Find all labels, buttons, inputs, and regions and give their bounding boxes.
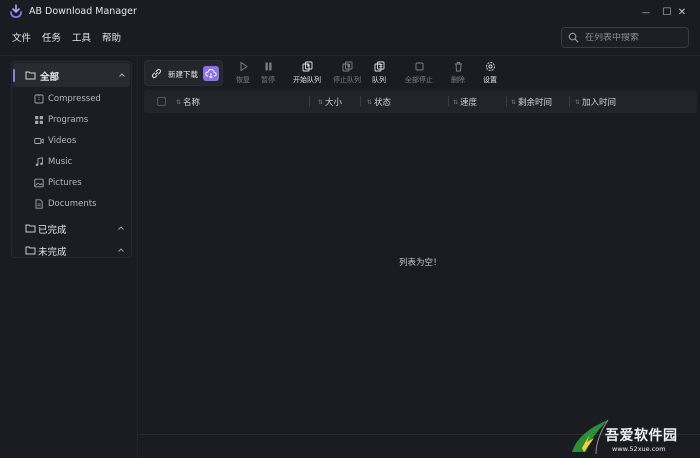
new-download-button[interactable]: 新建下载	[144, 60, 223, 86]
sidebar-item-label: Music	[48, 157, 73, 167]
table-header: ⇅ 名称 ⇅ 大小 ⇅ 状态 ⇅ 速度 ⇅ 剩余时间 ⇅ 加入时间	[144, 90, 697, 113]
stop-queue-button[interactable]: 停止队列	[330, 60, 364, 88]
stop-icon	[415, 62, 423, 71]
title-bar: AB Download Manager — ☐ ✕	[0, 0, 700, 24]
menu-tools[interactable]: 工具	[72, 30, 91, 44]
folder-icon	[25, 71, 36, 80]
document-icon	[35, 199, 43, 209]
trash-icon	[454, 62, 462, 72]
sidebar-item-completed[interactable]: 已完成	[13, 218, 130, 238]
sort-icon: ⇅	[511, 99, 517, 106]
link-icon	[151, 68, 162, 79]
column-divider[interactable]	[448, 96, 449, 107]
folder-icon	[25, 224, 36, 233]
menu-file[interactable]: 文件	[12, 30, 31, 44]
start-queue-label: 开始队列	[293, 76, 321, 84]
apps-icon	[35, 116, 43, 124]
sort-icon: ⇅	[367, 99, 373, 106]
sidebar-item-label: Documents	[48, 199, 97, 209]
sidebar-item-label: 全部	[40, 72, 60, 83]
sidebar-item-all[interactable]: 全部	[13, 63, 130, 87]
column-divider[interactable]	[569, 96, 570, 107]
music-icon	[35, 157, 43, 167]
column-speed[interactable]: ⇅ 速度	[453, 96, 477, 108]
maximize-button[interactable]: ☐	[631, 0, 672, 24]
video-icon	[34, 138, 44, 144]
sort-icon: ⇅	[453, 99, 459, 106]
start-queue-icon	[302, 61, 312, 72]
menu-help[interactable]: 帮助	[102, 30, 121, 44]
sort-icon: ⇅	[176, 99, 182, 106]
stop-all-label: 全部停止	[405, 76, 433, 84]
pause-label: 暂停	[261, 76, 275, 84]
delete-label: 删除	[451, 76, 465, 84]
sidebar-item-label: Videos	[48, 136, 77, 146]
delete-button[interactable]: 删除	[441, 60, 475, 88]
folder-icon	[25, 246, 36, 255]
empty-list-message: 列表为空！	[399, 258, 442, 268]
chevron-up-icon[interactable]	[117, 224, 125, 232]
search-box[interactable]	[561, 27, 689, 48]
stop-all-button[interactable]: 全部停止	[402, 60, 436, 88]
sort-icon: ⇅	[318, 99, 324, 106]
cloud-download-icon	[205, 69, 217, 79]
play-icon	[240, 61, 248, 72]
pause-icon	[265, 62, 271, 71]
sidebar-item-documents[interactable]: Documents	[34, 199, 96, 209]
archive-icon	[34, 94, 44, 104]
sidebar-item-label: Programs	[48, 115, 89, 125]
settings-button[interactable]: 设置	[473, 60, 507, 88]
menu-tasks[interactable]: 任务	[42, 30, 61, 44]
start-queue-button[interactable]: 开始队列	[290, 60, 324, 88]
sidebar-item-label: Compressed	[48, 94, 101, 104]
image-icon	[34, 178, 44, 188]
queue-icon	[374, 61, 384, 72]
watermark-url: www.52xue.com	[612, 445, 666, 453]
column-size[interactable]: ⇅ 大小	[318, 96, 342, 108]
column-divider[interactable]	[506, 96, 507, 107]
queue-button[interactable]: 队列	[362, 60, 396, 88]
search-icon	[568, 32, 579, 43]
column-added-time[interactable]: ⇅ 加入时间	[575, 96, 616, 108]
watermark-text: 吾爱软件园	[605, 428, 678, 444]
column-status[interactable]: ⇅ 状态	[367, 96, 391, 108]
column-name[interactable]: ⇅ 名称	[176, 96, 200, 108]
close-button[interactable]: ✕	[664, 0, 700, 24]
close-icon: ✕	[677, 6, 687, 18]
select-all-checkbox[interactable]	[157, 97, 166, 106]
queue-label: 队列	[372, 76, 386, 84]
settings-label: 设置	[483, 76, 497, 84]
sidebar: 全部 Compressed Programs Videos Music Pict…	[0, 56, 138, 458]
sidebar-item-pictures[interactable]: Pictures	[34, 178, 82, 188]
sidebar-item-label: 已完成	[38, 225, 67, 236]
pause-button[interactable]: 暂停	[251, 60, 285, 88]
gear-icon	[485, 62, 495, 71]
sidebar-item-videos[interactable]: Videos	[34, 136, 76, 146]
stop-queue-icon	[342, 61, 352, 72]
column-divider[interactable]	[309, 96, 310, 107]
menu-bar: 文件 任务 工具 帮助	[12, 30, 132, 44]
app-logo-icon	[10, 4, 22, 18]
sidebar-item-programs[interactable]: Programs	[34, 115, 88, 125]
column-remaining-time[interactable]: ⇅ 剩余时间	[511, 96, 552, 108]
search-input[interactable]	[585, 32, 685, 43]
sidebar-item-label: 未完成	[38, 247, 67, 258]
sidebar-item-label: Pictures	[48, 178, 82, 188]
window-title: AB Download Manager	[29, 6, 137, 17]
category-panel: 全部 Compressed Programs Videos Music Pict…	[11, 61, 132, 258]
sidebar-item-compressed[interactable]: Compressed	[34, 94, 101, 104]
new-download-label: 新建下载	[168, 70, 198, 79]
column-divider[interactable]	[360, 96, 361, 107]
chevron-up-icon[interactable]	[117, 246, 125, 254]
sidebar-item-unfinished[interactable]: 未完成	[13, 240, 130, 260]
stop-queue-label: 停止队列	[333, 76, 361, 84]
selection-indicator	[13, 69, 15, 82]
sidebar-item-music[interactable]: Music	[34, 157, 72, 167]
cloud-download-button[interactable]	[203, 66, 219, 81]
sort-icon: ⇅	[575, 99, 581, 106]
chevron-up-icon[interactable]	[118, 71, 126, 79]
